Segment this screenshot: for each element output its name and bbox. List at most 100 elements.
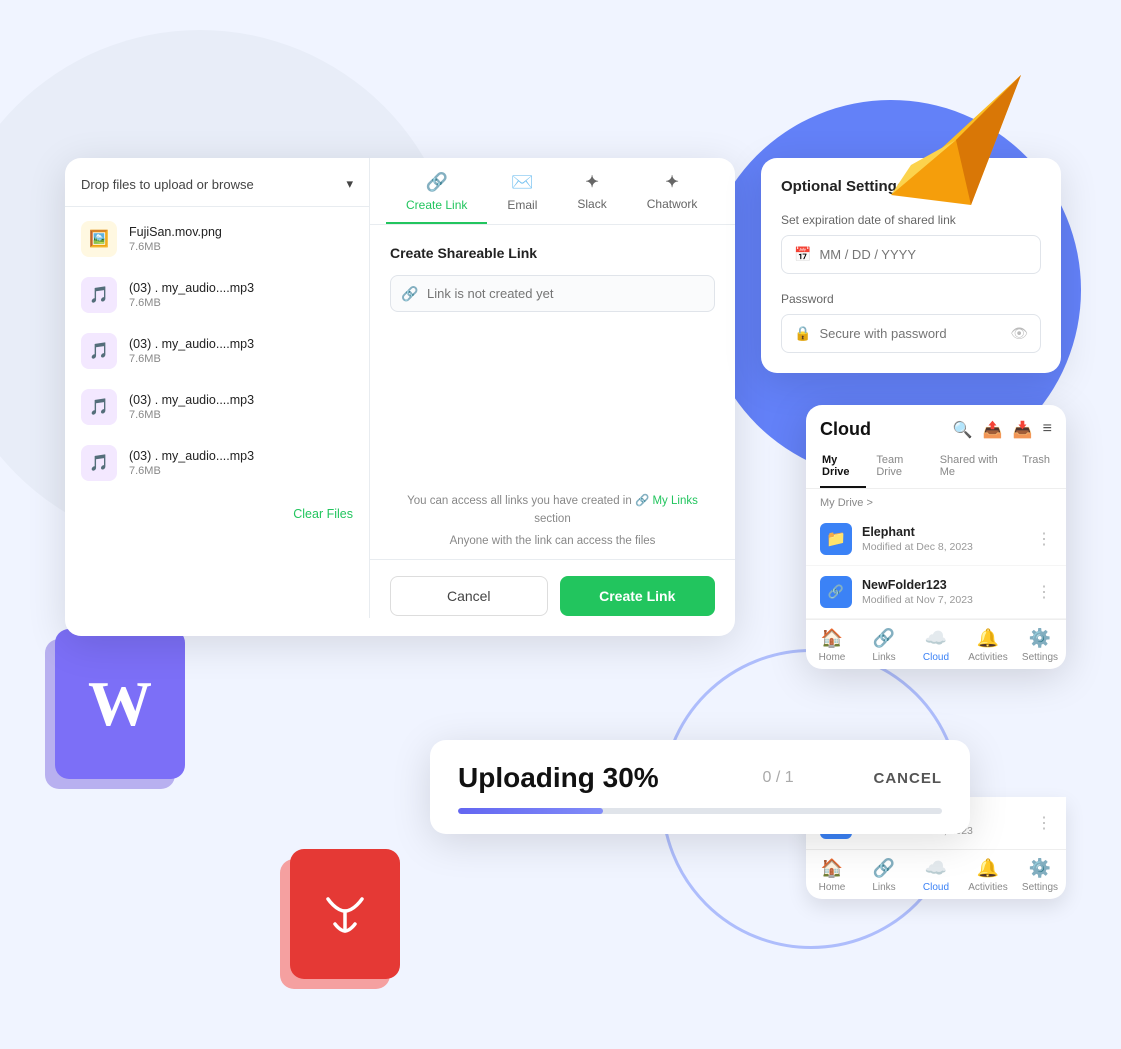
clear-files-button[interactable]: Clear Files <box>293 507 353 521</box>
cloud-nav-links[interactable]: 🔗 Links <box>858 628 910 663</box>
cloud-tab-shared[interactable]: Shared with Me <box>938 448 1013 488</box>
settings-icon: ⚙️ <box>1029 858 1051 879</box>
file-name: FujiSan.mov.png <box>129 225 353 239</box>
cloud-panel: Cloud 🔍 📤 📥 ≡ My Drive Team Drive Shared… <box>806 405 1066 669</box>
file-audio-icon: 🎵 <box>81 389 117 425</box>
link-field-icon: 🔗 <box>401 285 418 302</box>
cloud-item-date: Modified at Dec 8, 2023 <box>862 541 1026 553</box>
cloud-title: Cloud <box>820 419 871 440</box>
cancel-button[interactable]: Cancel <box>390 576 548 616</box>
cloud-nav-cloud[interactable]: ☁️ Cloud <box>910 628 962 663</box>
download-icon[interactable]: 📥 <box>1013 420 1033 440</box>
cloud-icon: ☁️ <box>925 858 947 879</box>
file-meta: FujiSan.mov.png 7.6MB <box>129 225 353 253</box>
email-icon: ✉️ <box>511 172 533 193</box>
sort-icon[interactable]: ≡ <box>1043 420 1052 440</box>
nav-activities-label: Activities <box>968 652 1007 663</box>
chevron-down-icon: ▾ <box>346 176 353 192</box>
clear-files-row: Clear Files <box>65 495 369 539</box>
list-item[interactable]: 🎵 (03) . my_audio....mp3 7.6MB <box>65 379 369 435</box>
tab-create-link[interactable]: 🔗 Create Link <box>386 158 487 224</box>
file-sidebar: Drop files to upload or browse ▾ 🖼️ Fuji… <box>65 158 370 618</box>
list-item[interactable]: 🖼️ FujiSan.mov.png 7.6MB <box>65 211 369 267</box>
cloud-nav-home[interactable]: 🏠 Home <box>806 628 858 663</box>
links-icon: 🔗 <box>873 628 895 649</box>
cloud-item-meta: Elephant Modified at Dec 8, 2023 <box>862 525 1026 553</box>
cloud-item-meta: NewFolder123 Modified at Nov 7, 2023 <box>862 578 1026 606</box>
nav-settings-label: Settings <box>1022 652 1058 663</box>
cloud-nav-settings-2[interactable]: ⚙️ Settings <box>1014 858 1066 893</box>
list-item[interactable]: 🎵 (03) . my_audio....mp3 7.6MB <box>65 435 369 491</box>
file-name: (03) . my_audio....mp3 <box>129 337 353 351</box>
file-size: 7.6MB <box>129 297 353 309</box>
nav-home-label: Home <box>819 652 846 663</box>
pdf-icon-symbol <box>290 849 400 979</box>
file-name: (03) . my_audio....mp3 <box>129 281 353 295</box>
list-item[interactable]: 🎵 (03) . my_audio....mp3 7.6MB <box>65 323 369 379</box>
file-meta: (03) . my_audio....mp3 7.6MB <box>129 449 353 477</box>
file-name: (03) . my_audio....mp3 <box>129 393 353 407</box>
share-tabs: 🔗 Create Link ✉️ Email ✦ Slack ✦ Chatwor… <box>370 158 735 225</box>
date-input-wrapper[interactable]: 📅 <box>781 235 1041 274</box>
info-text: You can access all links you have create… <box>390 492 715 529</box>
my-links-link[interactable]: 🔗 My Links <box>635 495 698 507</box>
file-meta: (03) . my_audio....mp3 7.6MB <box>129 337 353 365</box>
cloud-tab-team-drive[interactable]: Team Drive <box>874 448 929 488</box>
list-item[interactable]: 🎵 (03) . my_audio....mp3 7.6MB <box>65 267 369 323</box>
cloud-tab-trash[interactable]: Trash <box>1020 448 1052 488</box>
calendar-icon: 📅 <box>794 246 811 263</box>
upload-icon[interactable]: 📤 <box>983 420 1003 440</box>
cloud-nav-cloud-2[interactable]: ☁️ Cloud <box>910 858 962 893</box>
search-icon[interactable]: 🔍 <box>953 420 973 440</box>
cloud-tab-my-drive[interactable]: My Drive <box>820 448 866 488</box>
word-file-icon: W <box>55 629 185 779</box>
date-input-field[interactable] <box>819 247 1028 262</box>
file-meta: (03) . my_audio....mp3 7.6MB <box>129 281 353 309</box>
paper-plane-icon <box>871 55 1031 215</box>
more-options-icon[interactable]: ⋮ <box>1036 529 1052 549</box>
file-size: 7.6MB <box>129 241 353 253</box>
link-input-wrapper: 🔗 <box>390 275 715 312</box>
nav-cloud-label: Cloud <box>923 882 949 893</box>
file-audio-icon: 🎵 <box>81 333 117 369</box>
cloud-item-date: Modified at Nov 7, 2023 <box>862 594 1026 606</box>
password-input-wrapper[interactable]: 🔒 👁 <box>781 314 1041 353</box>
cloud-nav-activities[interactable]: 🔔 Activities <box>962 628 1014 663</box>
cloud-bottom-nav-extra: 🏠 Home 🔗 Links ☁️ Cloud 🔔 Activities ⚙️ … <box>806 849 1066 899</box>
cloud-nav-home-2[interactable]: 🏠 Home <box>806 858 858 893</box>
link-icon: 🔗 <box>425 172 447 193</box>
home-icon: 🏠 <box>821 858 843 879</box>
drop-files-header[interactable]: Drop files to upload or browse ▾ <box>65 158 369 207</box>
file-size: 7.6MB <box>129 353 353 365</box>
cloud-folder-newfolder[interactable]: 🔗 NewFolder123 Modified at Nov 7, 2023 ⋮ <box>806 566 1066 619</box>
upload-count-label: 0 / 1 <box>763 769 794 787</box>
password-input-field[interactable] <box>819 326 1002 341</box>
nav-home-label: Home <box>819 882 846 893</box>
nav-activities-label: Activities <box>968 882 1007 893</box>
upload-cancel-button[interactable]: CANCEL <box>874 770 943 787</box>
tab-chatwork-label: Chatwork <box>647 197 698 211</box>
cloud-nav-links-2[interactable]: 🔗 Links <box>858 858 910 893</box>
progress-bar-background <box>458 808 942 814</box>
more-options-icon[interactable]: ⋮ <box>1036 582 1052 602</box>
file-meta: (03) . my_audio....mp3 7.6MB <box>129 393 353 421</box>
tab-chatwork[interactable]: ✦ Chatwork <box>627 158 718 224</box>
nav-links-label: Links <box>872 882 895 893</box>
eye-icon[interactable]: 👁 <box>1010 325 1028 342</box>
settings-icon: ⚙️ <box>1029 628 1051 649</box>
action-buttons: Cancel Create Link <box>370 559 735 636</box>
tab-slack-label: Slack <box>577 197 606 211</box>
cloud-nav-settings[interactable]: ⚙️ Settings <box>1014 628 1066 663</box>
links-icon: 🔗 <box>873 858 895 879</box>
cloud-item-name: Elephant <box>862 525 1026 539</box>
nav-links-label: Links <box>872 652 895 663</box>
tab-email[interactable]: ✉️ Email <box>487 158 557 224</box>
tab-slack[interactable]: ✦ Slack <box>557 158 626 224</box>
cloud-folder-elephant[interactable]: 📁 Elephant Modified at Dec 8, 2023 ⋮ <box>806 513 1066 566</box>
cloud-nav-activities-2[interactable]: 🔔 Activities <box>962 858 1014 893</box>
file-audio-icon: 🎵 <box>81 445 117 481</box>
create-link-button[interactable]: Create Link <box>560 576 716 616</box>
cloud-tabs: My Drive Team Drive Shared with Me Trash <box>806 448 1066 489</box>
link-input-field[interactable] <box>390 275 715 312</box>
more-options-icon[interactable]: ⋮ <box>1036 813 1052 833</box>
